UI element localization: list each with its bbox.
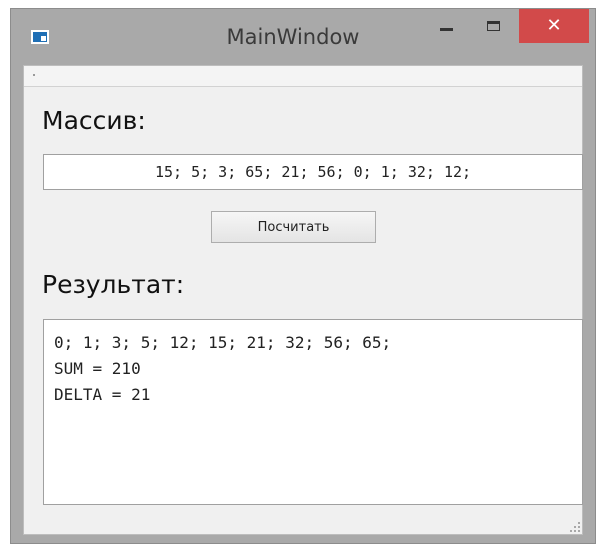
menu-strip[interactable] [24, 66, 582, 87]
array-input[interactable] [43, 154, 583, 190]
main-window: MainWindow ✕ Массив: Посчитать Результат… [10, 8, 596, 544]
result-sorted-line: 0; 1; 3; 5; 12; 15; 21; 32; 56; 65; [54, 333, 392, 352]
maximize-icon [486, 21, 500, 31]
array-heading: Массив: [42, 106, 146, 135]
result-heading: Результат: [42, 270, 185, 299]
minimize-icon [439, 27, 453, 31]
maximize-button[interactable] [471, 9, 515, 43]
calculate-button[interactable]: Посчитать [211, 211, 376, 243]
menu-grip [33, 74, 35, 76]
result-delta-line: DELTA = 21 [54, 385, 151, 404]
close-button[interactable]: ✕ [519, 9, 589, 43]
close-icon: ✕ [546, 15, 562, 36]
client-area: Массив: Посчитать Результат: 0; 1; 3; 5;… [23, 65, 583, 535]
result-textbox[interactable]: 0; 1; 3; 5; 12; 15; 21; 32; 56; 65; SUM … [43, 319, 583, 505]
minimize-button[interactable] [427, 9, 465, 43]
resize-grip-icon[interactable] [568, 520, 580, 532]
result-sum-line: SUM = 210 [54, 359, 141, 378]
title-bar[interactable]: MainWindow ✕ [11, 9, 595, 65]
